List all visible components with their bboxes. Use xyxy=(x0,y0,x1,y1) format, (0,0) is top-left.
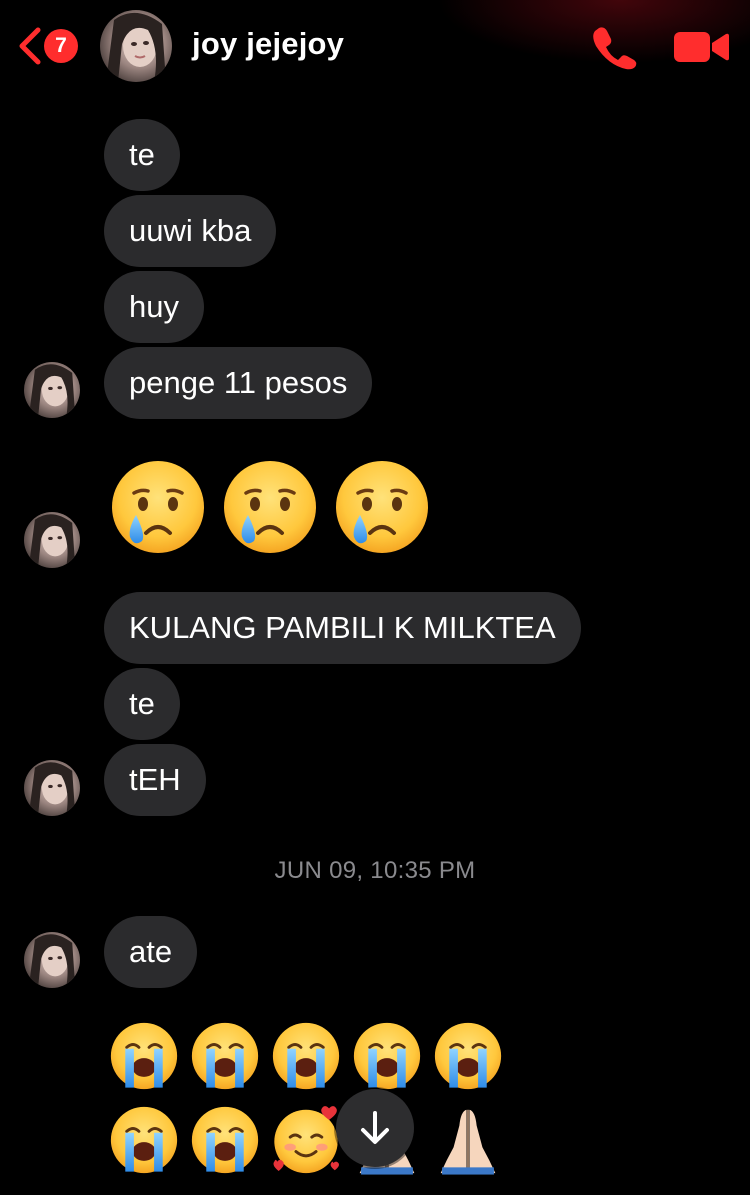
avatar[interactable] xyxy=(100,10,172,82)
loudly-crying-face-emoji xyxy=(353,1022,421,1090)
video-camera-icon xyxy=(674,32,729,62)
unread-badge: 7 xyxy=(44,29,78,63)
message-bubble[interactable]: te xyxy=(104,668,180,740)
message-timestamp: JUN 09, 10:35 PM xyxy=(274,857,476,884)
scroll-to-bottom-button[interactable] xyxy=(336,1089,414,1167)
message-bubble[interactable]: huy xyxy=(104,271,204,343)
sender-avatar[interactable] xyxy=(24,932,80,988)
loudly-crying-face-emoji xyxy=(272,1022,340,1090)
message-bubble[interactable]: uuwi kba xyxy=(104,195,277,267)
sender-avatar[interactable] xyxy=(24,362,80,418)
message-bubble[interactable]: tEH xyxy=(104,744,206,816)
loudly-crying-face-emoji xyxy=(191,1022,259,1090)
emoji-message[interactable] xyxy=(108,457,442,557)
crying-face-emoji xyxy=(224,461,316,553)
message-bubble[interactable]: KULANG PAMBILI K MILKTEA xyxy=(104,592,581,664)
loudly-crying-face-emoji xyxy=(191,1106,259,1174)
message-bubble[interactable]: ate xyxy=(104,916,198,988)
folded-hands-emoji xyxy=(440,1109,496,1175)
message-bubble[interactable]: te xyxy=(104,119,180,191)
crying-face-emoji xyxy=(112,461,204,553)
emoji-message[interactable] xyxy=(108,1020,514,1092)
phone-icon xyxy=(593,27,637,70)
emoji-message[interactable] xyxy=(108,1104,514,1176)
arrow-down-icon xyxy=(361,1111,389,1144)
video-call-button[interactable] xyxy=(672,28,730,66)
loudly-crying-face-emoji xyxy=(110,1106,178,1174)
contact-name[interactable]: joy jejejoy xyxy=(192,26,344,62)
loudly-crying-face-emoji xyxy=(434,1022,502,1090)
crying-face-emoji xyxy=(336,461,428,553)
call-button[interactable] xyxy=(590,24,638,70)
loudly-crying-face-emoji xyxy=(110,1022,178,1090)
smiling-face-with-hearts-emoji xyxy=(273,1106,339,1174)
message-bubble[interactable]: penge 11 pesos xyxy=(104,347,373,419)
chat-header: 7 joy jejejoy xyxy=(0,0,750,92)
sender-avatar[interactable] xyxy=(24,512,80,568)
profile-photo xyxy=(100,10,172,82)
sender-avatar[interactable] xyxy=(24,760,80,816)
chevron-left-icon xyxy=(19,27,41,65)
